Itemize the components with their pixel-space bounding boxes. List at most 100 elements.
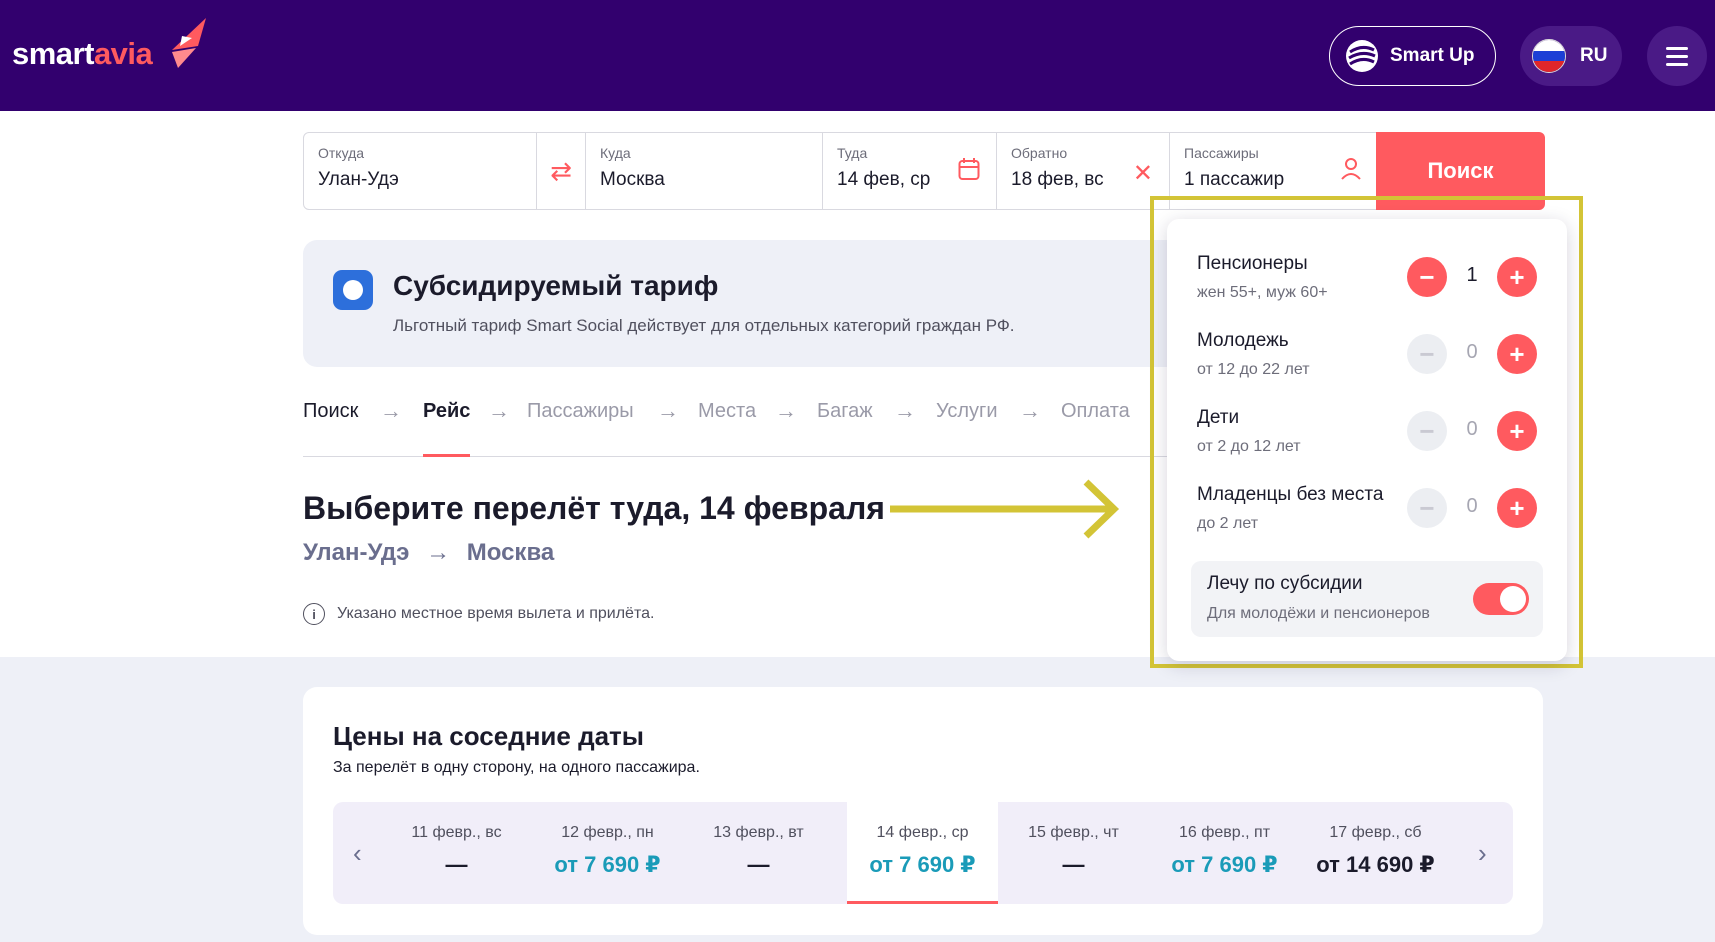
date-price: от 14 690 ₽ bbox=[1316, 852, 1435, 877]
arrow-right-icon: → bbox=[426, 539, 451, 566]
passengers-dropdown: Пенсионеры жен 55+, муж 60+ − 1 + Молоде… bbox=[1167, 219, 1567, 661]
step-baggage: Багаж bbox=[817, 400, 873, 422]
info-icon: i bbox=[303, 603, 325, 625]
local-time-note: i Указано местное время вылета и прилёта… bbox=[303, 603, 654, 625]
passengers-value: 1 пассажир bbox=[1184, 169, 1285, 190]
route-to: Москва bbox=[466, 539, 555, 566]
hamburger-menu-button[interactable] bbox=[1647, 26, 1707, 86]
step-passengers: Пассажиры bbox=[527, 400, 634, 422]
date-cell[interactable]: 15 февр., чт — bbox=[998, 802, 1149, 904]
booking-steps: Поиск → Рейс → Пассажиры → Места → Багаж… bbox=[303, 398, 1183, 457]
smartavia-logo[interactable]: smartavia bbox=[12, 36, 153, 72]
smile-icon bbox=[333, 270, 373, 310]
chevron-left-icon[interactable]: ‹ bbox=[353, 838, 362, 869]
smart-up-globe-icon bbox=[1346, 40, 1378, 72]
passenger-count: 1 bbox=[1466, 264, 1478, 286]
smart-up-button[interactable]: Smart Up bbox=[1329, 26, 1496, 86]
arrow-right-icon: → bbox=[775, 398, 797, 423]
minus-button[interactable]: − bbox=[1407, 488, 1447, 528]
passenger-row-seniors: Пенсионеры жен 55+, муж 60+ − 1 + bbox=[1197, 253, 1537, 313]
quantity-stepper: − 0 + bbox=[1407, 411, 1537, 451]
minus-button[interactable]: − bbox=[1407, 334, 1447, 374]
date-price: — bbox=[445, 852, 468, 877]
from-field[interactable]: Откуда Улан-Удэ bbox=[303, 132, 537, 210]
clear-return-icon[interactable]: ✕ bbox=[1133, 159, 1153, 188]
date-label: 12 февр., пн bbox=[561, 824, 654, 841]
language-button[interactable]: RU bbox=[1520, 26, 1622, 86]
date-label: 15 февр., чт bbox=[1028, 824, 1119, 841]
to-field[interactable]: Куда Москва bbox=[585, 132, 823, 210]
logo-text-avia: avia bbox=[93, 36, 153, 71]
banner-title: Субсидируемый тариф bbox=[393, 270, 719, 301]
passenger-count: 0 bbox=[1466, 341, 1478, 363]
swap-button[interactable]: ⇄ bbox=[536, 132, 586, 210]
neighbor-dates-card: Цены на соседние даты За перелёт в одну … bbox=[303, 687, 1543, 935]
from-label: Откуда bbox=[318, 145, 365, 161]
to-value: Москва bbox=[600, 169, 665, 190]
date-cell[interactable]: 12 февр., пн от 7 690 ₽ bbox=[532, 802, 683, 904]
quantity-stepper: − 1 + bbox=[1407, 257, 1537, 297]
step-payment: Оплата bbox=[1061, 400, 1130, 422]
calendar-icon bbox=[958, 158, 980, 180]
minus-button[interactable]: − bbox=[1407, 257, 1447, 297]
quantity-stepper: − 0 + bbox=[1407, 488, 1537, 528]
neighbor-dates-title: Цены на соседние даты bbox=[333, 721, 644, 751]
date-cell[interactable]: 11 февр., вс — bbox=[381, 802, 532, 904]
plus-button[interactable]: + bbox=[1497, 257, 1537, 297]
step-search[interactable]: Поиск bbox=[303, 400, 358, 423]
date-price: от 7 690 ₽ bbox=[554, 852, 661, 877]
route-from: Улан-Удэ bbox=[303, 539, 410, 566]
plus-button[interactable]: + bbox=[1497, 334, 1537, 374]
chevron-right-icon[interactable]: › bbox=[1478, 838, 1487, 869]
arrow-right-icon: → bbox=[894, 398, 916, 423]
route-subtitle: Улан-Удэ → Москва bbox=[303, 539, 554, 567]
passengers-label: Пассажиры bbox=[1184, 145, 1259, 161]
date-label: 11 февр., вс bbox=[411, 824, 502, 841]
passenger-row-infants: Младенцы без места до 2 лет − 0 + bbox=[1197, 484, 1537, 544]
to-label: Куда bbox=[600, 145, 631, 161]
date-cell[interactable]: 13 февр., вт — bbox=[683, 802, 834, 904]
date-cell[interactable]: 16 февр., пт от 7 690 ₽ bbox=[1149, 802, 1300, 904]
date-price: — bbox=[1062, 852, 1085, 877]
date-label: 13 февр., вт bbox=[713, 824, 804, 841]
passenger-count: 0 bbox=[1466, 418, 1478, 440]
local-time-note-text: Указано местное время вылета и прилёта. bbox=[337, 605, 655, 622]
menu-icon-bar bbox=[1666, 63, 1688, 66]
neighbor-dates-subtitle: За перелёт в одну сторону, на одного пас… bbox=[333, 759, 700, 776]
date-label: 17 февр., сб bbox=[1329, 824, 1422, 841]
arrow-right-icon: → bbox=[488, 398, 510, 423]
page-title: Выберите перелёт туда, 14 февраля bbox=[303, 490, 885, 526]
subsidy-toggle-row: Лечу по субсидии Для молодёжи и пенсионе… bbox=[1191, 561, 1543, 637]
date-label: 16 февр., пт bbox=[1178, 824, 1271, 841]
date-price: от 7 690 ₽ bbox=[869, 852, 976, 877]
return-date-field[interactable]: Обратно 18 фев, вс ✕ bbox=[996, 132, 1170, 210]
top-header: smartavia Smart Up RU bbox=[0, 0, 1715, 111]
from-value: Улан-Удэ bbox=[318, 169, 399, 190]
russia-flag-icon bbox=[1532, 39, 1566, 73]
subsidy-toggle[interactable] bbox=[1473, 583, 1529, 615]
banner-text: Льготный тариф Smart Social действует дл… bbox=[393, 316, 1015, 335]
date-cell-selected[interactable]: 14 февр., ср от 7 690 ₽ bbox=[847, 802, 998, 904]
subsidy-banner: Субсидируемый тариф Льготный тариф Smart… bbox=[303, 240, 1183, 367]
arrow-right-icon: → bbox=[380, 398, 402, 423]
step-services: Услуги bbox=[936, 400, 998, 422]
date-price: — bbox=[747, 852, 770, 877]
user-icon bbox=[1341, 158, 1361, 180]
language-label: RU bbox=[1580, 45, 1608, 66]
date-carousel: ‹ 11 февр., вс — 12 февр., пн от 7 690 ₽… bbox=[333, 802, 1513, 904]
menu-icon-bar bbox=[1666, 55, 1688, 58]
departure-date-field[interactable]: Туда 14 фев, ср bbox=[822, 132, 997, 210]
smart-up-label: Smart Up bbox=[1390, 45, 1475, 66]
plus-button[interactable]: + bbox=[1497, 411, 1537, 451]
arrow-right-icon: → bbox=[657, 398, 679, 423]
swap-arrows-icon: ⇄ bbox=[550, 155, 572, 186]
passenger-row-youth: Молодежь от 12 до 22 лет − 0 + bbox=[1197, 330, 1537, 390]
annotation-arrow bbox=[890, 479, 1120, 539]
plus-button[interactable]: + bbox=[1497, 488, 1537, 528]
passenger-row-children: Дети от 2 до 12 лет − 0 + bbox=[1197, 407, 1537, 467]
minus-button[interactable]: − bbox=[1407, 411, 1447, 451]
date-cell[interactable]: 17 февр., сб от 14 690 ₽ bbox=[1300, 802, 1451, 904]
step-flight[interactable]: Рейс bbox=[423, 400, 471, 457]
arrow-right-icon: → bbox=[1019, 398, 1041, 423]
quantity-stepper: − 0 + bbox=[1407, 334, 1537, 374]
